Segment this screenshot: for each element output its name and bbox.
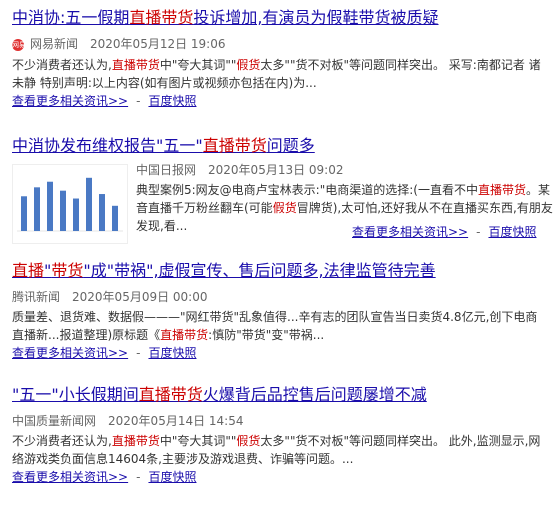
- result-date: 2020年05月09日 00:00: [72, 290, 208, 304]
- highlighted-keyword: 假货: [272, 201, 297, 215]
- result-meta: 中国质量新闻网 2020年05月14日 14:54: [12, 413, 546, 429]
- result-snippet: 不少消费者还认为,直播带货中"夸大其词""假货太多""货不对板"等问题同样突出。…: [12, 56, 546, 92]
- highlighted-keyword: 直播带货: [111, 434, 160, 448]
- highlighted-keyword: 带货: [51, 261, 84, 280]
- search-result-1: 中消协:五一假期直播带货投诉增加,有演员为假鞋带货被质疑 网易 网易新闻 2020年…: [12, 8, 546, 110]
- text-segment: 不少消费者还认为,: [12, 58, 112, 72]
- text-segment: 中消协:五一假期: [12, 8, 130, 27]
- highlighted-keyword: 直播带货: [111, 58, 160, 72]
- result-meta: 腾讯新闻 2020年05月09日 00:00: [12, 289, 546, 305]
- text-segment: 不少消费者还认为,: [12, 434, 112, 448]
- thumb-bar: [21, 196, 27, 231]
- thumb-bar: [99, 194, 105, 231]
- thumb-bar: [47, 181, 53, 231]
- result-title[interactable]: 中消协:五一假期直播带货投诉增加,有演员为假鞋带货被质疑: [12, 8, 546, 28]
- more-news-link[interactable]: 查看更多相关资讯>>: [352, 225, 468, 239]
- separator: -: [136, 94, 141, 108]
- thumb-bar: [73, 198, 79, 231]
- thumb-bar: [86, 177, 92, 231]
- result-date: 2020年05月13日 09:02: [208, 163, 344, 177]
- result-source: 腾讯新闻: [12, 290, 61, 304]
- highlighted-keyword: 直播带货: [160, 328, 209, 342]
- search-result-4: "五一"小长假期间直播带货火爆背后品控售后问题屡增不减 中国质量新闻网 2020年…: [12, 385, 546, 486]
- baidu-snapshot-link[interactable]: 百度快照: [148, 470, 196, 484]
- text-segment: :慎防"带货"变"带祸...: [208, 328, 325, 342]
- text-segment: 火爆背后品控售后问题屡增不减: [202, 385, 427, 404]
- text-segment: 中消协发布维权报告"五一": [12, 136, 203, 155]
- baidu-snapshot-link[interactable]: 百度快照: [148, 94, 196, 108]
- baidu-snapshot-link[interactable]: 百度快照: [488, 225, 536, 239]
- result-thumbnail[interactable]: [12, 164, 128, 244]
- result-meta: 网易 网易新闻 2020年05月12日 19:06: [12, 36, 546, 52]
- result-snippet: 不少消费者还认为,直播带货中"夸大其词""假货太多""货不对板"等问题同样突出。…: [12, 432, 546, 468]
- result-links: 查看更多相关资讯>> - 百度快照: [352, 223, 536, 241]
- more-news-link[interactable]: 查看更多相关资讯>>: [12, 346, 128, 360]
- thumb-bar: [34, 187, 40, 231]
- result-date: 2020年05月12日 19:06: [90, 37, 226, 51]
- more-news-link[interactable]: 查看更多相关资讯>>: [12, 94, 128, 108]
- result-source: 中国质量新闻网: [12, 414, 97, 428]
- result-date: 2020年05月14日 14:54: [108, 414, 244, 428]
- search-result-2: 中消协发布维权报告"五一"直播带货问题多 中国日报网 2020年05月13日 09…: [12, 136, 553, 248]
- text-segment: "五一"小长假期间: [12, 385, 139, 404]
- result-title[interactable]: 中消协发布维权报告"五一"直播带货问题多: [12, 136, 546, 156]
- separator: -: [136, 346, 141, 360]
- highlighted-keyword: 直播带货: [477, 183, 526, 197]
- highlighted-keyword: 直播: [12, 261, 45, 280]
- text-segment: 典型案例5:网友@电商卢宝林表示:"电商渠道的选择:(一直看不中: [136, 183, 478, 197]
- result-title[interactable]: "五一"小长假期间直播带货火爆背后品控售后问题屡增不减: [12, 385, 546, 405]
- separator: -: [476, 225, 481, 239]
- text-segment: 中"夸大其词"": [159, 58, 237, 72]
- thumb-bar: [60, 190, 66, 231]
- bar-chart-thumbnail: [17, 177, 123, 232]
- search-result-3: 直播"带货"成"带祸",虚假宣传、售后问题多,法律监管待完善 腾讯新闻 2020年…: [12, 261, 546, 362]
- thumb-bar: [112, 205, 118, 231]
- result-meta: 中国日报网 2020年05月13日 09:02: [136, 162, 556, 178]
- text-segment: 问题多: [266, 136, 315, 155]
- text-segment: "成"带祸",虚假宣传、售后问题多,法律监管待完善: [83, 261, 436, 280]
- result-links: 查看更多相关资讯>> - 百度快照: [12, 92, 546, 110]
- netease-favicon-icon: 网易: [12, 38, 26, 51]
- result-source: 中国日报网: [136, 163, 197, 177]
- baidu-snapshot-link[interactable]: 百度快照: [148, 346, 196, 360]
- highlighted-keyword: 直播带货: [202, 136, 267, 155]
- highlighted-keyword: 直播带货: [129, 8, 194, 27]
- text-segment: 中"夸大其词"": [159, 434, 237, 448]
- highlighted-keyword: 假货: [236, 58, 261, 72]
- separator: -: [136, 470, 141, 484]
- more-news-link[interactable]: 查看更多相关资讯>>: [12, 470, 128, 484]
- result-links: 查看更多相关资讯>> - 百度快照: [12, 468, 546, 486]
- result-links: 查看更多相关资讯>> - 百度快照: [12, 344, 546, 362]
- highlighted-keyword: 直播带货: [138, 385, 203, 404]
- highlighted-keyword: 假货: [236, 434, 261, 448]
- result-source: 网易新闻: [30, 37, 79, 51]
- result-title[interactable]: 直播"带货"成"带祸",虚假宣传、售后问题多,法律监管待完善: [12, 261, 546, 281]
- text-segment: 投诉增加,有演员为假鞋带货被质疑: [193, 8, 439, 27]
- result-snippet: 质量差、退货难、数据假———"网红带货"乱象值得...辛有志的团队宣告当日卖货4…: [12, 308, 546, 344]
